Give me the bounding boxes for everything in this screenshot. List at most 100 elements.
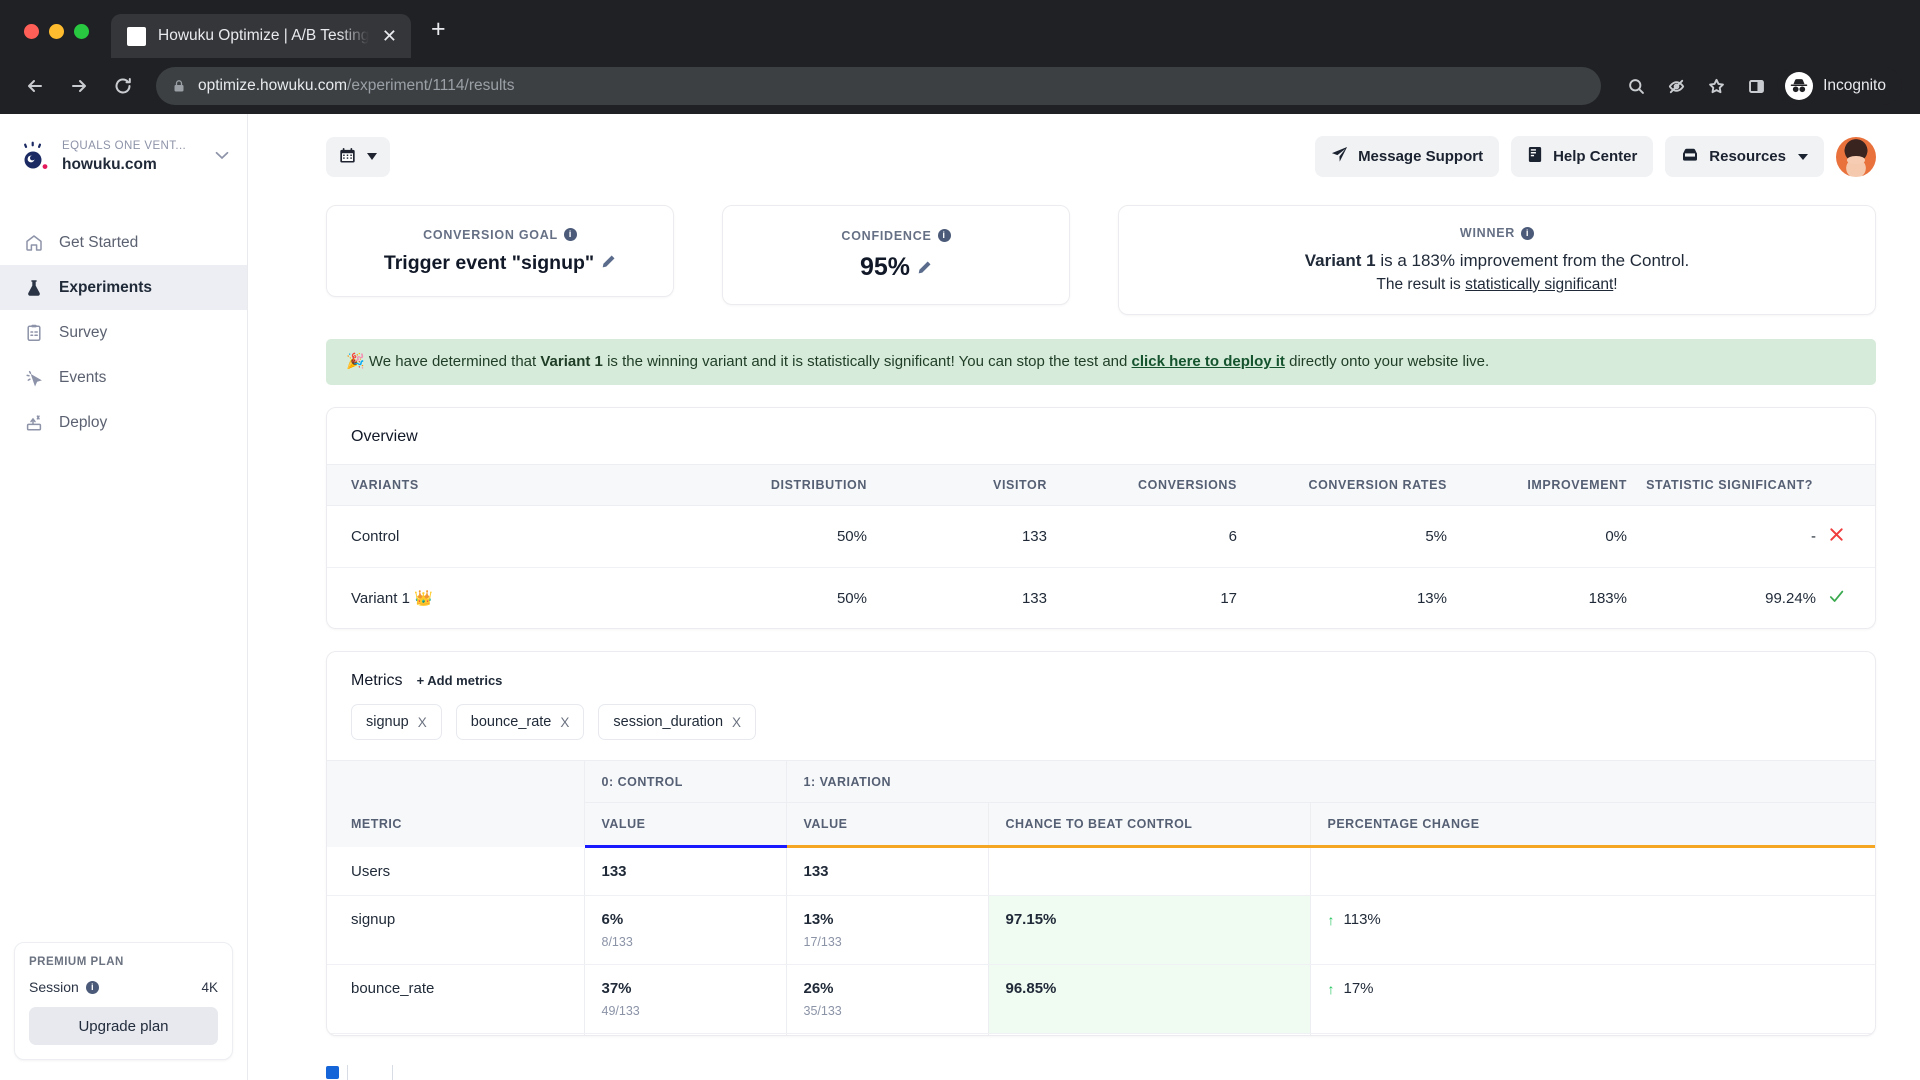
significance-group: - bbox=[1811, 526, 1845, 547]
subcol-percentage-change: PERCENTAGE CHANGE bbox=[1309, 802, 1875, 849]
sidebar-item-events[interactable]: Events bbox=[0, 355, 247, 400]
subcol-chance-to-beat-control: CHANCE TO BEAT CONTROL bbox=[987, 802, 1310, 849]
col-distribution: DISTRIBUTION bbox=[657, 463, 867, 506]
chevron-down-icon bbox=[1798, 153, 1808, 160]
maximize-window-button[interactable] bbox=[74, 24, 89, 39]
winner-label: WINNER bbox=[1459, 226, 1516, 240]
confidence-label-group: CONFIDENCE i bbox=[841, 229, 951, 243]
sidebar-item-label: Deploy bbox=[59, 413, 108, 431]
back-button[interactable] bbox=[16, 67, 54, 105]
address-bar[interactable]: optimize.howuku.com/experiment/1114/resu… bbox=[156, 67, 1602, 105]
url-domain: optimize.howuku.com bbox=[198, 77, 348, 94]
winner-variant-name: Variant 1 bbox=[1304, 251, 1376, 270]
row-significant: - bbox=[1627, 505, 1875, 568]
plan-card: PREMIUM PLAN Session i 4K Upgrade plan bbox=[14, 942, 233, 1060]
reload-button[interactable] bbox=[104, 67, 142, 105]
chevron-down-icon[interactable] bbox=[211, 148, 233, 163]
edit-pencil-icon[interactable] bbox=[917, 253, 932, 282]
percentage-change-cell: ↑ 113% bbox=[1309, 895, 1875, 966]
subcol-variation-value: VALUE bbox=[785, 802, 988, 849]
bottom-spacer bbox=[248, 1036, 1920, 1065]
table-row: Variant 1 👑 50% 133 17 13% 183% 99.24% bbox=[327, 567, 1875, 628]
plan-session-label-group: Session i bbox=[29, 979, 99, 995]
group-control: 0: CONTROL bbox=[583, 760, 786, 804]
plan-title: PREMIUM PLAN bbox=[29, 956, 124, 968]
metric-chip-signup[interactable]: signup X bbox=[351, 704, 442, 741]
message-support-button[interactable]: Message Support bbox=[1315, 136, 1500, 177]
deploy-link[interactable]: click here to deploy it bbox=[1132, 353, 1285, 370]
table-row: bounce_rate 37% 49/133 26% 35/133 96.85% bbox=[327, 964, 1875, 1035]
page-toolbar: Message Support Help Center Resources bbox=[248, 114, 1920, 177]
row-improvement: 183% bbox=[1588, 589, 1627, 607]
col-visitor: VISITOR bbox=[867, 463, 1047, 506]
help-center-button[interactable]: Help Center bbox=[1511, 136, 1654, 177]
col-conversions: CONVERSIONS bbox=[1047, 463, 1237, 506]
add-new-variant-button[interactable]: + ADD NEW VARIANT bbox=[327, 629, 1875, 630]
minimize-window-button[interactable] bbox=[49, 24, 64, 39]
sidebar-nav: Get Started Experiments Survey Events De… bbox=[0, 220, 247, 445]
browser-tab[interactable]: Howuku Optimize | A/B Testing ✕ bbox=[111, 14, 411, 58]
forward-button[interactable] bbox=[60, 67, 98, 105]
eye-off-icon[interactable] bbox=[1657, 67, 1695, 105]
control-sub-value: 49/133 bbox=[601, 1004, 640, 1019]
significance-value: - bbox=[1811, 527, 1816, 545]
close-window-button[interactable] bbox=[24, 24, 39, 39]
row-distribution: 50% bbox=[836, 589, 867, 607]
metric-chip-session-duration[interactable]: session_duration X bbox=[598, 704, 757, 741]
sidebar-item-get-started[interactable]: Get Started bbox=[0, 220, 247, 265]
main-content: Message Support Help Center Resources CO… bbox=[248, 114, 1920, 1080]
sidebar-item-label: Events bbox=[59, 368, 107, 386]
winner-line-1: Variant 1 is a 183% improvement from the… bbox=[1305, 251, 1690, 271]
table-row: Users 133 133 bbox=[327, 846, 1875, 897]
new-tab-button[interactable]: + bbox=[411, 17, 464, 58]
sidebar-item-survey[interactable]: Survey bbox=[0, 310, 247, 355]
tab-strip: Howuku Optimize | A/B Testing ✕ + bbox=[0, 0, 1920, 58]
overview-table-head: VARIANTS DISTRIBUTION VISITOR CONVERSION… bbox=[327, 463, 1875, 506]
sidebar-item-deploy[interactable]: Deploy bbox=[0, 400, 247, 445]
remove-chip-icon[interactable]: X bbox=[560, 715, 569, 730]
incognito-profile-button[interactable]: Incognito bbox=[1777, 67, 1902, 105]
control-sub-value: 8/133 bbox=[601, 935, 633, 950]
metrics-table-body: Users 133 133 signup 6% 8/133 13% 17/133… bbox=[327, 846, 1875, 1035]
subcol-control-value: VALUE bbox=[583, 802, 786, 849]
row-conversion-rate: 5% bbox=[1237, 505, 1447, 568]
chance-cell bbox=[987, 846, 1310, 897]
remove-chip-icon[interactable]: X bbox=[418, 715, 427, 730]
date-range-button[interactable] bbox=[326, 136, 390, 177]
search-icon[interactable] bbox=[1617, 67, 1655, 105]
control-value-cell: 133 bbox=[583, 846, 786, 897]
resources-button[interactable]: Resources bbox=[1665, 136, 1824, 177]
table-row: signup 6% 8/133 13% 17/133 97.15% ↑ 113% bbox=[327, 895, 1875, 966]
control-value: 133 bbox=[601, 863, 627, 881]
metrics-table: 0: CONTROL 1: VARIATION METRIC VALUE VAL… bbox=[327, 760, 1875, 1035]
row-conversions: 17 bbox=[1220, 589, 1237, 607]
remove-chip-icon[interactable]: X bbox=[732, 715, 741, 730]
side-panel-icon[interactable] bbox=[1737, 67, 1775, 105]
user-avatar[interactable] bbox=[1836, 136, 1876, 177]
org-switcher[interactable]: EQUALS ONE VENT... howuku.com bbox=[0, 114, 247, 174]
close-tab-icon[interactable]: ✕ bbox=[382, 27, 397, 45]
add-metrics-button[interactable]: + Add metrics bbox=[417, 673, 503, 688]
below-fold-partial-controls bbox=[248, 1064, 1920, 1080]
arrow-up-icon: ↑ bbox=[1327, 911, 1335, 928]
percentage-change-value: 113% bbox=[1343, 911, 1381, 929]
plan-session-row: Session i 4K bbox=[29, 979, 218, 995]
legend-swatch-icon bbox=[326, 1065, 339, 1079]
overview-table: VARIANTS DISTRIBUTION VISITOR CONVERSION… bbox=[327, 463, 1875, 629]
upgrade-plan-button[interactable]: Upgrade plan bbox=[29, 1007, 218, 1045]
variation-sub-value: 17/133 bbox=[803, 935, 842, 950]
info-icon[interactable]: i bbox=[85, 980, 99, 994]
info-icon[interactable]: i bbox=[563, 228, 577, 241]
browser-window: Howuku Optimize | A/B Testing ✕ + optimi… bbox=[0, 0, 1920, 1080]
bookmark-star-icon[interactable] bbox=[1697, 67, 1735, 105]
info-icon[interactable]: i bbox=[1521, 226, 1535, 240]
partial-control-box[interactable] bbox=[347, 1064, 393, 1080]
metric-chip-bounce-rate[interactable]: bounce_rate X bbox=[455, 704, 585, 741]
send-icon bbox=[1331, 146, 1348, 167]
metrics-title: Metrics bbox=[351, 672, 403, 690]
sidebar-item-experiments[interactable]: Experiments bbox=[0, 265, 247, 310]
info-icon[interactable]: i bbox=[937, 229, 951, 242]
party-popper-icon: 🎉 bbox=[346, 353, 365, 370]
edit-pencil-icon[interactable] bbox=[601, 252, 616, 275]
check-icon bbox=[1828, 588, 1845, 609]
